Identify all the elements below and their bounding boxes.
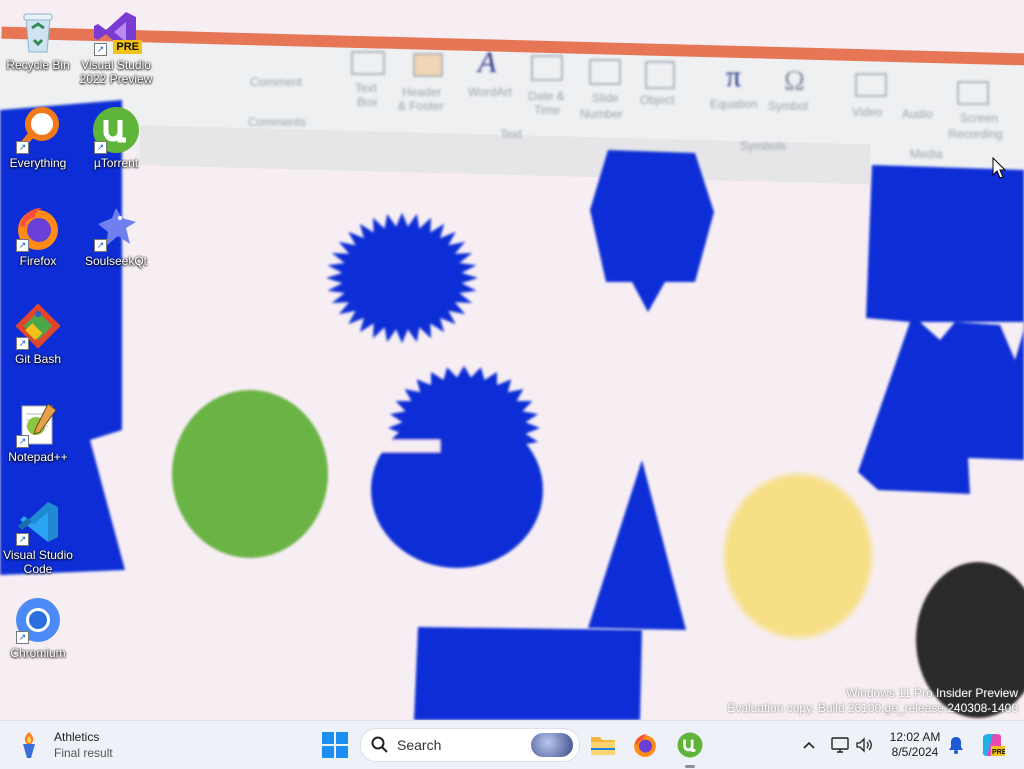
search-icon bbox=[371, 736, 388, 753]
svg-text:Text: Text bbox=[355, 81, 378, 95]
desktop-icon-utorrent[interactable]: ↗ µTorrent bbox=[78, 106, 154, 170]
svg-text:Audio: Audio bbox=[902, 107, 933, 121]
shortcut-arrow-icon: ↗ bbox=[16, 239, 29, 252]
shortcut-arrow-icon: ↗ bbox=[16, 141, 29, 154]
svg-text:Box: Box bbox=[357, 95, 378, 109]
chromium-icon: ↗ bbox=[14, 596, 62, 644]
desktop-icon-visual-studio-code[interactable]: ↗ Visual Studio Code bbox=[0, 498, 76, 576]
desktop-icon-label: Chromium bbox=[10, 646, 66, 660]
desktop-icon-label: Visual Studio Code bbox=[3, 548, 73, 576]
desktop-icon-label: Firefox bbox=[19, 254, 57, 268]
desktop-icon-soulseekqt[interactable]: ↗ SoulseekQt bbox=[78, 204, 154, 268]
torch-icon bbox=[23, 732, 35, 758]
svg-text:PRE: PRE bbox=[992, 749, 1005, 756]
network-icon bbox=[831, 737, 849, 753]
svg-text:& Footer: & Footer bbox=[398, 99, 444, 113]
shortcut-arrow-icon: ↗ bbox=[94, 43, 107, 56]
desktop-icon-firefox[interactable]: ↗ Firefox bbox=[0, 204, 76, 268]
desktop-icon-notepad-plus-plus[interactable]: ↗ Notepad++ bbox=[0, 400, 76, 464]
shortcut-arrow-icon: ↗ bbox=[94, 239, 107, 252]
svg-text:Recording: Recording bbox=[948, 127, 1003, 141]
visual-studio-icon: PRE ↗ bbox=[92, 8, 142, 56]
watermark-build: Evaluation copy. Build 26100.ge_release.… bbox=[727, 701, 1018, 715]
speaker-icon bbox=[856, 737, 872, 753]
desktop-icon-chromium[interactable]: ↗ Chromium bbox=[0, 596, 76, 660]
utorrent-icon: ↗ bbox=[92, 106, 140, 154]
network-status-button[interactable] bbox=[828, 733, 852, 757]
desktop-icon-label: Notepad++ bbox=[8, 450, 68, 464]
chevron-up-icon bbox=[803, 741, 815, 749]
ribbon-comments-group: Comments bbox=[248, 115, 306, 129]
svg-text:Media: Media bbox=[910, 147, 943, 161]
desktop-icon-git-bash[interactable]: ↗ Git Bash bbox=[0, 302, 76, 366]
widget-title: Athletics bbox=[54, 730, 100, 744]
widgets-button[interactable]: Athletics Final result bbox=[14, 725, 113, 765]
svg-text:Screen: Screen bbox=[960, 111, 998, 125]
copilot-icon: PRE bbox=[982, 734, 1005, 756]
desktop-icon-everything[interactable]: ↗ Everything bbox=[0, 106, 76, 170]
ribbon-comment-label: Comment bbox=[250, 75, 303, 89]
svg-text:Equation: Equation bbox=[710, 97, 757, 111]
shortcut-arrow-icon: ↗ bbox=[16, 533, 29, 546]
soulseek-icon: ↗ bbox=[92, 204, 140, 252]
utorrent-icon bbox=[677, 732, 703, 758]
desktop-icon-label: SoulseekQt bbox=[84, 254, 148, 268]
start-button[interactable] bbox=[316, 727, 354, 763]
svg-text:A: A bbox=[476, 46, 497, 79]
clock-date: 8/5/2024 bbox=[891, 745, 939, 759]
everything-search-icon: ↗ bbox=[14, 106, 62, 154]
svg-text:Slide: Slide bbox=[592, 91, 619, 105]
svg-text:Time: Time bbox=[534, 103, 561, 117]
preview-badge: PRE bbox=[113, 40, 142, 54]
notifications-button[interactable] bbox=[944, 733, 968, 757]
recycle-bin-icon bbox=[14, 8, 62, 56]
svg-text:Text: Text bbox=[500, 127, 523, 141]
shortcut-arrow-icon: ↗ bbox=[16, 631, 29, 644]
desktop-icon-visual-studio-2022-preview[interactable]: PRE ↗ Visual Studio 2022 Preview bbox=[78, 8, 154, 86]
show-hidden-icons-button[interactable] bbox=[798, 733, 820, 757]
firefox-icon bbox=[634, 734, 656, 757]
windows-start-icon bbox=[322, 732, 348, 758]
notepad-plus-plus-icon: ↗ bbox=[14, 400, 62, 448]
desktop-icon-label: Git Bash bbox=[14, 352, 62, 366]
search-label: Search bbox=[397, 737, 442, 753]
svg-text:WordArt: WordArt bbox=[468, 85, 512, 99]
svg-text:Symbols: Symbols bbox=[740, 139, 786, 153]
folder-icon bbox=[591, 737, 615, 755]
windows-watermark: Windows 11 Pro Insider Preview Evaluatio… bbox=[727, 686, 1018, 716]
bell-icon bbox=[949, 737, 963, 754]
watermark-edition: Windows 11 Pro Insider Preview bbox=[846, 686, 1018, 700]
search-highlight-icon bbox=[531, 733, 573, 757]
svg-text:Ω: Ω bbox=[784, 66, 805, 97]
taskbar: Athletics Final result Search 12:02 AM 8… bbox=[0, 720, 1024, 769]
mouse-cursor-icon bbox=[992, 156, 1007, 184]
shortcut-arrow-icon: ↗ bbox=[94, 141, 107, 154]
svg-text:Header: Header bbox=[402, 85, 441, 99]
svg-text:Number: Number bbox=[580, 107, 623, 121]
vscode-icon: ↗ bbox=[14, 498, 62, 546]
svg-text:π: π bbox=[726, 60, 741, 93]
svg-text:Date &: Date & bbox=[528, 89, 565, 103]
svg-text:Object: Object bbox=[640, 93, 675, 107]
clock-time: 12:02 AM bbox=[889, 730, 941, 744]
clock[interactable]: 12:02 AM 8/5/2024 bbox=[884, 729, 946, 761]
taskbar-firefox[interactable] bbox=[628, 727, 662, 763]
volume-button[interactable] bbox=[852, 733, 876, 757]
desktop-icon-recycle-bin[interactable]: Recycle Bin bbox=[0, 8, 76, 72]
desktop-icon-label: Recycle Bin bbox=[6, 58, 70, 72]
desktop-icon-label: µTorrent bbox=[93, 156, 139, 170]
taskbar-utorrent[interactable] bbox=[672, 727, 708, 763]
shortcut-arrow-icon: ↗ bbox=[16, 435, 29, 448]
firefox-icon: ↗ bbox=[14, 204, 62, 252]
shortcut-arrow-icon: ↗ bbox=[16, 337, 29, 350]
widget-subtitle: Final result bbox=[54, 746, 113, 760]
desktop-icon-label: Everything bbox=[9, 156, 67, 170]
taskbar-file-explorer[interactable] bbox=[586, 727, 620, 763]
desktop-icon-label: Visual Studio 2022 Preview bbox=[79, 58, 153, 86]
git-bash-icon: ↗ bbox=[14, 302, 62, 350]
svg-text:Symbol: Symbol bbox=[768, 99, 808, 113]
search-box[interactable]: Search bbox=[360, 728, 580, 762]
copilot-button[interactable]: PRE bbox=[978, 731, 1006, 759]
svg-text:Video: Video bbox=[852, 105, 883, 119]
